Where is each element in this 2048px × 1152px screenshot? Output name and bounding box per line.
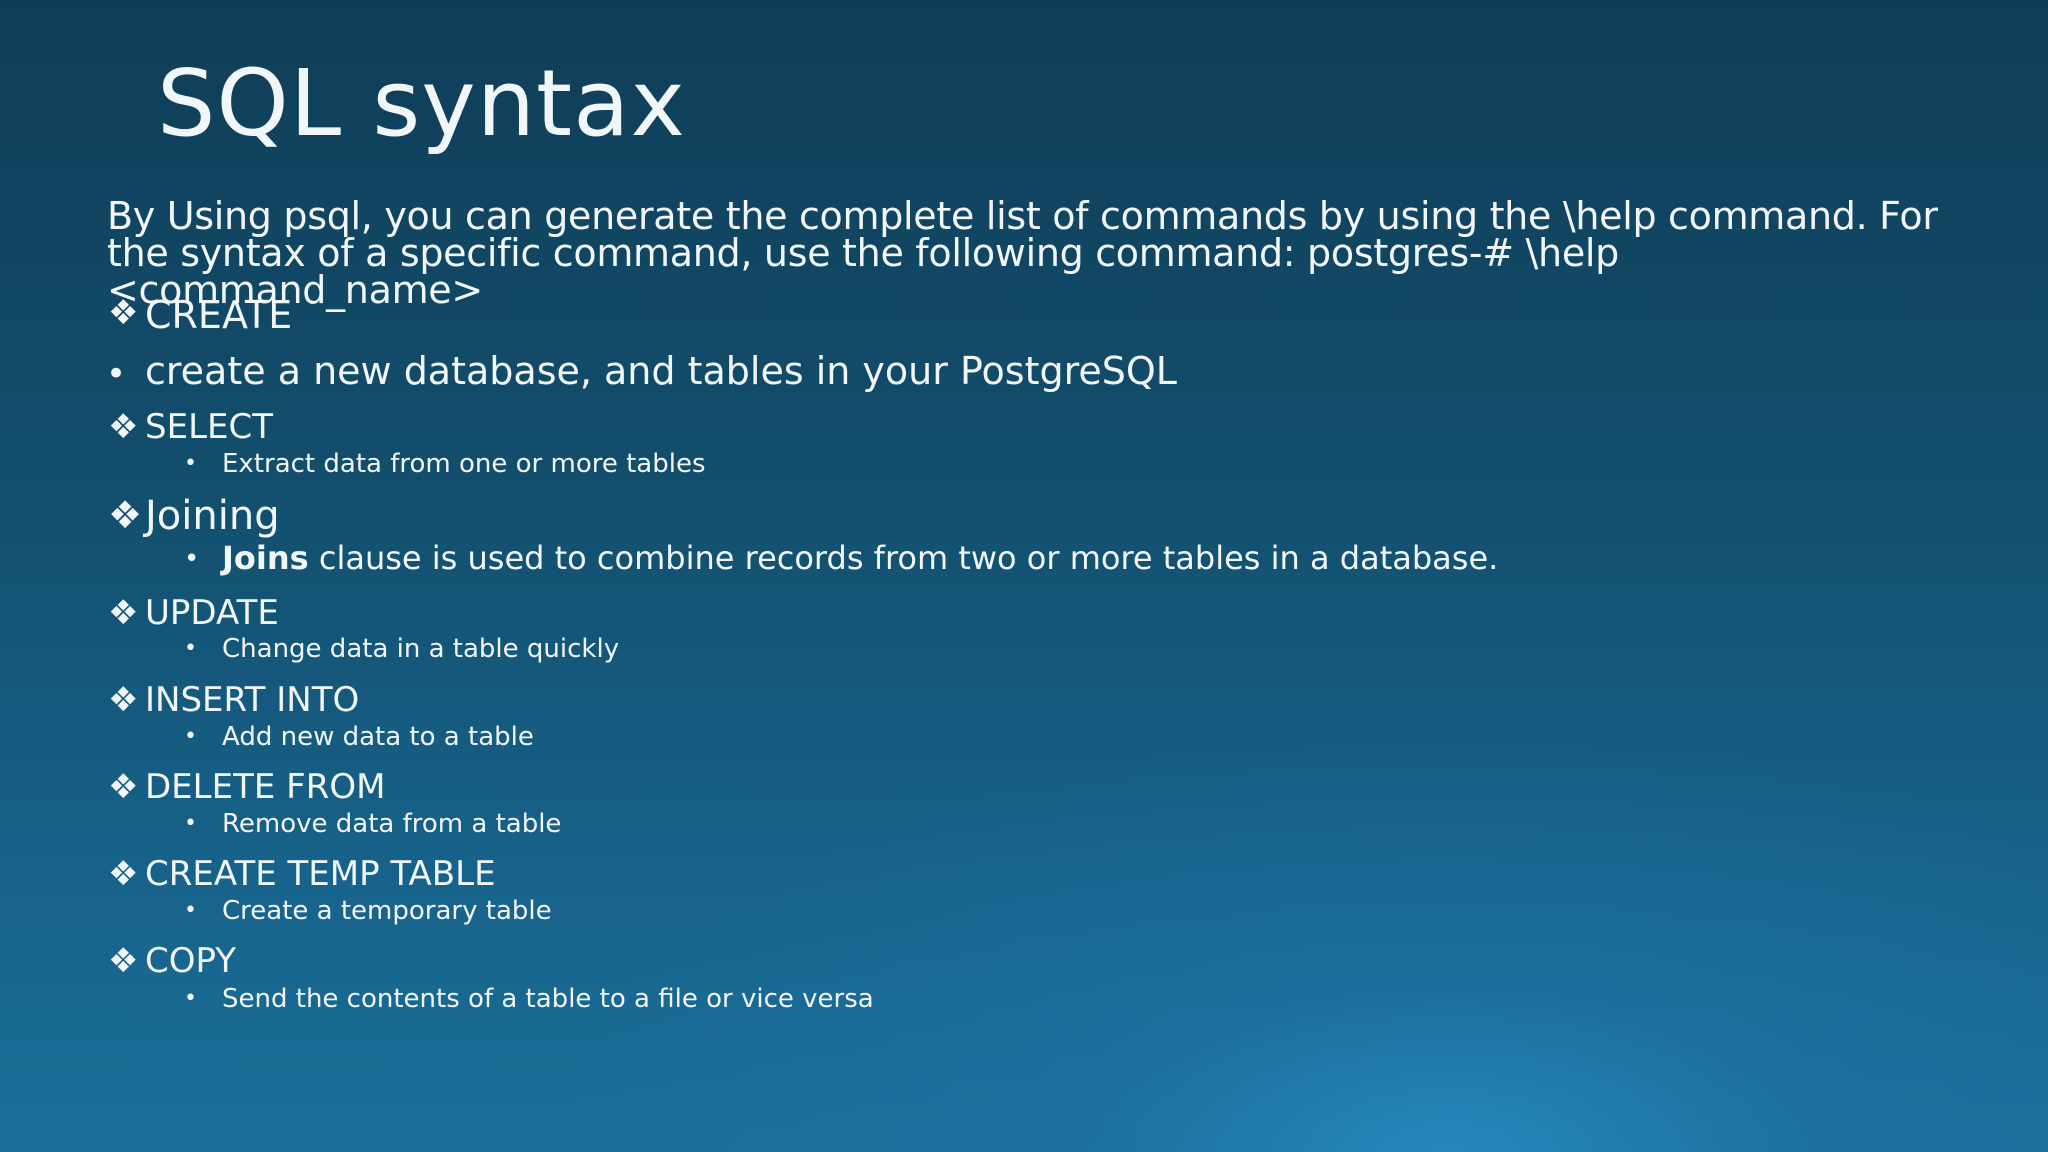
heading-insert-into: INSERT INTO <box>145 680 360 720</box>
diamond-bullet-icon: ❖ <box>108 680 139 720</box>
heading-create: CREATE <box>145 293 293 337</box>
diamond-bullet-icon: ❖ <box>108 941 139 981</box>
heading-copy: COPY <box>145 941 237 981</box>
heading-joining: Joining <box>145 493 280 539</box>
delete-description: Remove data from a table <box>222 809 562 839</box>
intro-paragraph: By Using psql, you can generate the comp… <box>107 194 1938 312</box>
diamond-bullet-icon: ❖ <box>108 854 139 894</box>
create-description: create a new database, and tables in you… <box>145 349 1177 393</box>
diamond-bullet-icon: ❖ <box>108 493 143 537</box>
diamond-bullet-icon: ❖ <box>108 407 139 447</box>
heading-delete-from: DELETE FROM <box>145 767 386 807</box>
bullet-dot-icon: • <box>184 724 197 749</box>
temp-description: Create a temporary table <box>222 896 552 926</box>
copy-description: Send the contents of a table to a file o… <box>222 984 874 1014</box>
select-description: Extract data from one or more tables <box>222 449 706 479</box>
bullet-dot-icon: • <box>184 544 200 574</box>
slide-title: SQL syntax <box>157 50 686 157</box>
heading-update: UPDATE <box>145 593 279 633</box>
diamond-bullet-icon: ❖ <box>108 293 139 333</box>
joining-description-text: clause is used to combine records from t… <box>308 539 1499 577</box>
diamond-bullet-icon: ❖ <box>108 767 139 807</box>
joins-keyword: Joins <box>222 539 309 577</box>
bullet-dot-icon: • <box>184 451 197 476</box>
joining-description: Joins clause is used to combine records … <box>222 542 1498 574</box>
bullet-dot-icon: • <box>184 898 197 923</box>
bullet-dot-icon: • <box>184 636 197 661</box>
insert-description: Add new data to a table <box>222 722 534 752</box>
diamond-bullet-icon: ❖ <box>108 593 139 633</box>
bullet-dot-icon: • <box>106 354 127 394</box>
bullet-dot-icon: • <box>184 811 197 836</box>
bullet-dot-icon: • <box>184 986 197 1011</box>
heading-create-temp-table: CREATE TEMP TABLE <box>145 854 496 894</box>
heading-select: SELECT <box>145 407 273 447</box>
update-description: Change data in a table quickly <box>222 634 620 664</box>
